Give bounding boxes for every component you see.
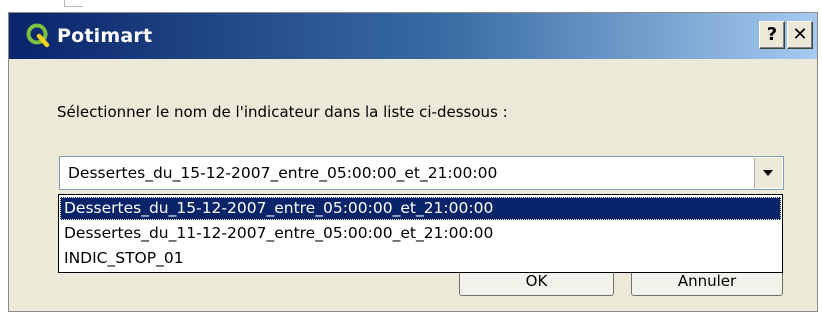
indicator-combobox[interactable]: Dessertes_du_15-12-2007_entre_05:00:00_e… — [59, 156, 784, 190]
combobox-selected-value: Dessertes_du_15-12-2007_entre_05:00:00_e… — [68, 164, 498, 182]
dropdown-option[interactable]: Dessertes_du_15-12-2007_entre_05:00:00_e… — [60, 197, 781, 220]
close-button[interactable]: ✕ — [787, 21, 813, 49]
cancel-button-label: Annuler — [677, 272, 737, 290]
dropdown-option[interactable]: INDIC_STOP_01 — [60, 247, 781, 270]
help-button[interactable]: ? — [759, 21, 785, 49]
combobox-dropdown-button[interactable] — [754, 158, 782, 188]
dropdown-option[interactable]: Dessertes_du_11-12-2007_entre_05:00:00_e… — [60, 222, 781, 245]
window-title: Potimart — [57, 25, 153, 47]
instruction-label: Sélectionner le nom de l'indicateur dans… — [57, 103, 508, 121]
chevron-down-icon — [763, 170, 773, 176]
title-bar[interactable]: Potimart ? ✕ — [9, 13, 817, 59]
background-window-edge — [64, 0, 83, 7]
qgis-q-icon — [26, 23, 50, 48]
ok-button-label: OK — [525, 272, 548, 290]
indicator-dropdown-list: Dessertes_du_15-12-2007_entre_05:00:00_e… — [58, 194, 783, 273]
